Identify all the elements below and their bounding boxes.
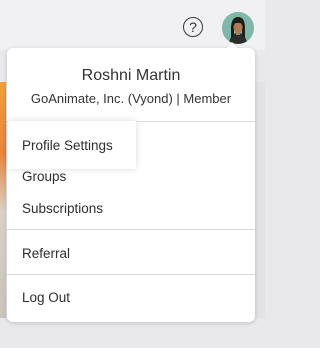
background-content-right bbox=[255, 82, 265, 318]
help-icon[interactable]: ? bbox=[183, 17, 203, 37]
menu-header: Roshni Martin GoAnimate, Inc. (Vyond) | … bbox=[7, 48, 255, 121]
menu-item-label: Profile Settings bbox=[22, 137, 113, 153]
menu-item-label: Groups bbox=[22, 169, 67, 184]
menu-item-referral[interactable]: Referral bbox=[22, 246, 70, 261]
menu-item-label: Subscriptions bbox=[22, 201, 104, 216]
help-glyph: ? bbox=[189, 19, 197, 35]
background-content-left bbox=[0, 82, 6, 318]
menu-item-log-out[interactable]: Log Out bbox=[22, 290, 70, 305]
menu-item-profile-settings[interactable]: Profile Settings bbox=[8, 121, 136, 169]
menu-item-label: Log Out bbox=[22, 290, 71, 305]
account-dropdown-menu: Roshni Martin GoAnimate, Inc. (Vyond) | … bbox=[7, 48, 255, 322]
menu-item-subscriptions[interactable]: Subscriptions bbox=[22, 201, 103, 216]
divider bbox=[7, 229, 255, 230]
user-name: Roshni Martin bbox=[81, 67, 181, 84]
avatar-illustration bbox=[222, 12, 254, 44]
user-organization: GoAnimate, Inc. (Vyond) | Member bbox=[30, 91, 232, 106]
menu-item-groups[interactable]: Groups bbox=[22, 169, 66, 184]
divider bbox=[7, 274, 255, 275]
user-avatar-icon[interactable] bbox=[222, 12, 254, 44]
menu-item-label: Referral bbox=[22, 246, 71, 261]
